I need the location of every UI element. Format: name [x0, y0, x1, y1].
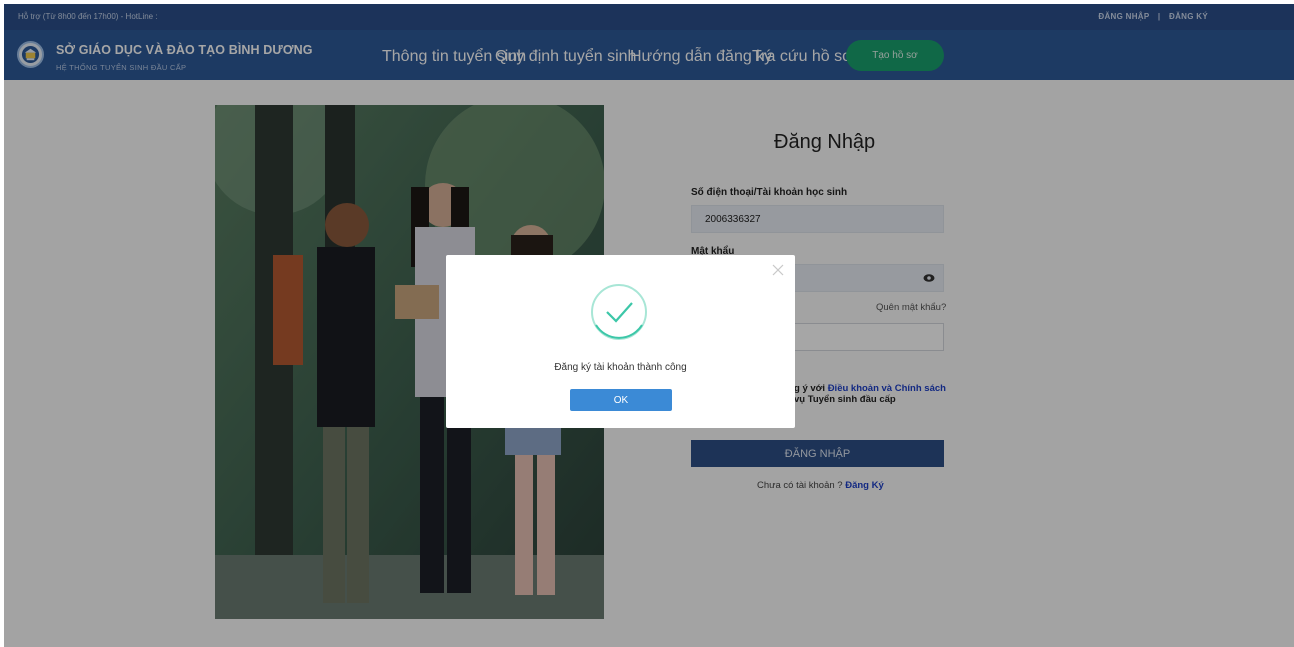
page: Hỗ trợ (Từ 8h00 đến 17h00) - HotLine : Đ…: [4, 4, 1294, 647]
ok-button[interactable]: OK: [570, 389, 672, 411]
close-icon[interactable]: [771, 263, 785, 277]
success-message: Đăng ký tài khoản thành công: [554, 362, 687, 373]
modal-overlay[interactable]: Đăng ký tài khoản thành công OK: [4, 4, 1294, 647]
success-dialog: Đăng ký tài khoản thành công OK: [446, 255, 795, 428]
check-circle-icon: [591, 284, 647, 340]
